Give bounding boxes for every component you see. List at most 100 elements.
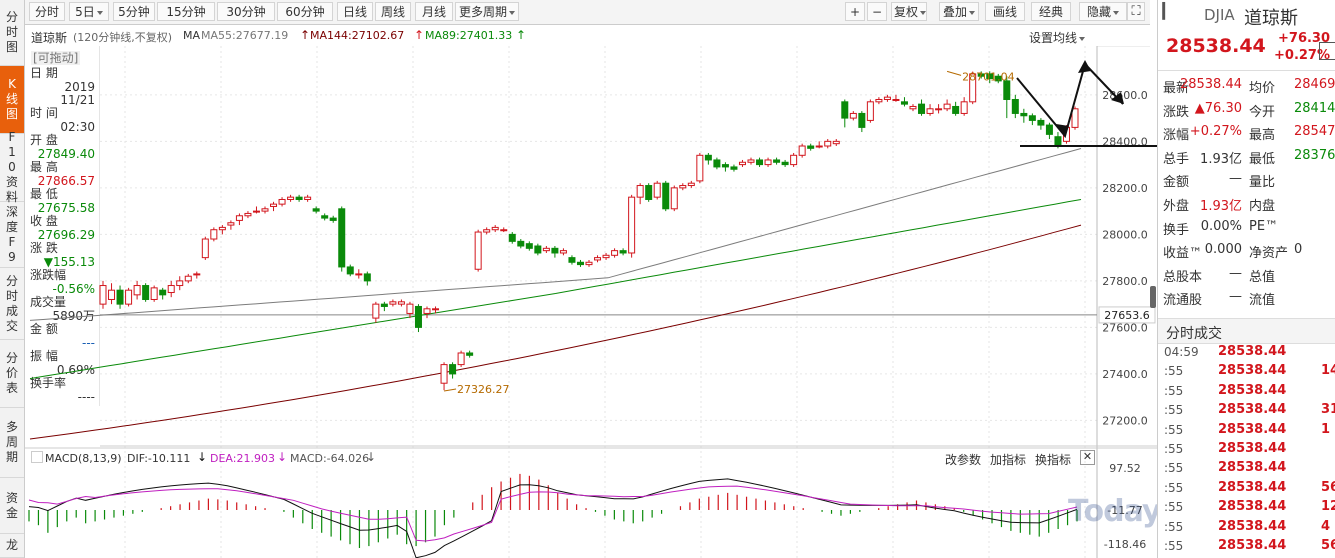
trade-time: :55	[1164, 480, 1184, 495]
ma-settings-button[interactable]: 设置均线	[1029, 29, 1086, 46]
left-tab-5[interactable]: 分价表	[0, 340, 24, 408]
candle	[261, 208, 269, 212]
close-indicator-icon[interactable]: ✕	[1080, 450, 1095, 465]
candle	[559, 250, 567, 254]
period-button-4[interactable]: 30分钟	[217, 2, 275, 21]
toolbar-button-5[interactable]: 经典	[1031, 2, 1071, 21]
trade-time: :55	[1164, 461, 1184, 476]
change-params-button[interactable]: 改参数	[945, 451, 981, 468]
period-button-5[interactable]: 60分钟	[277, 2, 333, 21]
left-tab-1[interactable]: K线图	[0, 66, 24, 134]
quote-label: 最高	[1249, 128, 1276, 144]
trades-title: 分时成交	[1166, 326, 1222, 342]
quote-value: +0.27%	[1189, 124, 1242, 140]
quote-label: 量比	[1249, 175, 1276, 191]
period-button-3[interactable]: 15分钟	[157, 2, 215, 21]
candle	[841, 101, 849, 119]
candle	[636, 185, 644, 198]
candle	[380, 303, 388, 307]
fullscreen-icon[interactable]: ⛶	[1127, 2, 1145, 21]
period-button-0[interactable]: 分时	[29, 2, 65, 21]
toolbar-button-4[interactable]: 画线	[985, 2, 1025, 21]
period-button-6[interactable]: 日线	[337, 2, 373, 21]
toolbar-button-2[interactable]: 复权	[891, 2, 927, 21]
last-price: 28538.44	[1166, 35, 1266, 57]
candle	[790, 154, 798, 166]
candle	[713, 159, 721, 168]
panel-collapse-handle[interactable]	[1150, 286, 1156, 308]
period-button-8[interactable]: 月线	[415, 2, 453, 21]
period-button-1[interactable]: 5日	[69, 2, 109, 21]
candle	[943, 103, 951, 110]
candle	[534, 245, 542, 254]
left-tab-label: 资金	[5, 490, 18, 520]
period-label: 日线	[342, 5, 367, 19]
quote-row: 收益™ 0.000 净资产 0	[1158, 239, 1335, 261]
trade-row: :55 28538.44 56	[1158, 480, 1335, 499]
period-button-2[interactable]: 5分钟	[113, 2, 155, 21]
ma-label: MA	[183, 29, 201, 42]
dropdown-caret-icon	[509, 10, 515, 15]
left-tab-label: K线图	[5, 77, 18, 121]
ma-trend-arrow-icon: ↑	[516, 28, 527, 42]
left-tab-0[interactable]: 分时图	[0, 0, 24, 66]
toolbar-button-6[interactable]: 隐藏	[1079, 2, 1127, 21]
quote-value: ▲76.30	[1194, 100, 1242, 116]
expand-icon[interactable]	[1319, 42, 1335, 60]
period-button-7[interactable]: 周线	[375, 2, 411, 21]
trade-row: :55 28538.44 14	[1158, 363, 1335, 382]
toolbar-button-label: −	[871, 5, 883, 19]
period-label: 分时	[34, 5, 59, 19]
left-tab-4[interactable]: 分时成交	[0, 268, 24, 340]
candle	[628, 196, 636, 254]
macd-toggle-icon[interactable]	[31, 451, 43, 463]
quote-label: 流值	[1249, 293, 1276, 309]
symbol-code: DJIA	[1204, 6, 1235, 24]
trade-price: 28538.44	[1218, 363, 1287, 379]
candle	[389, 301, 397, 305]
candle	[244, 212, 252, 217]
candle	[892, 98, 900, 101]
left-tab-7[interactable]: 资金	[0, 478, 24, 534]
candle	[1020, 112, 1028, 117]
trade-volume: 1	[1321, 421, 1331, 437]
chart-header: 道琼斯 (120分钟线,不复权) MA MA55:27677.19 ↑ MA14…	[25, 24, 1150, 47]
macd-params: MACD(8,13,9)	[45, 452, 122, 465]
left-tab-8[interactable]: 龙	[0, 534, 24, 558]
left-tab-6[interactable]: 多周期	[0, 408, 24, 478]
left-tab-label: F10资料	[5, 130, 18, 204]
trade-row: :55 28538.44 12	[1158, 499, 1335, 518]
candle	[517, 240, 525, 247]
pin-icon[interactable]: ▎	[1161, 2, 1175, 30]
switch-indicator-button[interactable]: 换指标	[1035, 451, 1071, 468]
candle	[440, 364, 448, 384]
left-tab-3[interactable]: 深度F9	[0, 202, 24, 268]
macd-arrow-icon: ↓	[366, 450, 377, 464]
quote-value: —	[1229, 265, 1242, 281]
macd-dif: DIF:-10.111	[127, 452, 191, 465]
candle	[1003, 80, 1011, 100]
trade-price: 28538.44	[1218, 518, 1287, 534]
add-indicator-button[interactable]: 加指标	[990, 451, 1026, 468]
left-tab-label: 龙	[5, 538, 18, 552]
candle	[704, 154, 712, 161]
toolbar-button-3[interactable]: 叠加	[939, 2, 979, 21]
toolbar-button-1[interactable]: −	[867, 2, 887, 21]
candle	[542, 247, 550, 252]
price-grid: 28600.028400.028200.028000.027800.027600…	[100, 46, 1157, 558]
trade-row: :55 28538.44 1	[1158, 422, 1335, 441]
toolbar-button-0[interactable]: +	[845, 2, 865, 21]
period-button-9[interactable]: 更多周期	[455, 2, 519, 21]
macd-y-bottom: -118.46	[1104, 538, 1146, 551]
quote-row: 外盘 1.93亿 内盘	[1158, 192, 1335, 214]
candle	[935, 108, 943, 111]
kline-chart[interactable]: 28600.028400.028200.028000.027800.027600…	[25, 46, 1157, 558]
quote-row: 涨幅 +0.27% 最高 28547	[1158, 121, 1335, 143]
quote-row: 金额 — 量比	[1158, 168, 1335, 190]
toolbar-button-label: 叠加	[942, 5, 967, 19]
left-tab-2[interactable]: F10资料	[0, 130, 24, 204]
quote-label: 收益™	[1163, 246, 1203, 262]
quote-label: 内盘	[1249, 199, 1276, 214]
candle	[133, 285, 141, 296]
candle	[414, 305, 422, 328]
